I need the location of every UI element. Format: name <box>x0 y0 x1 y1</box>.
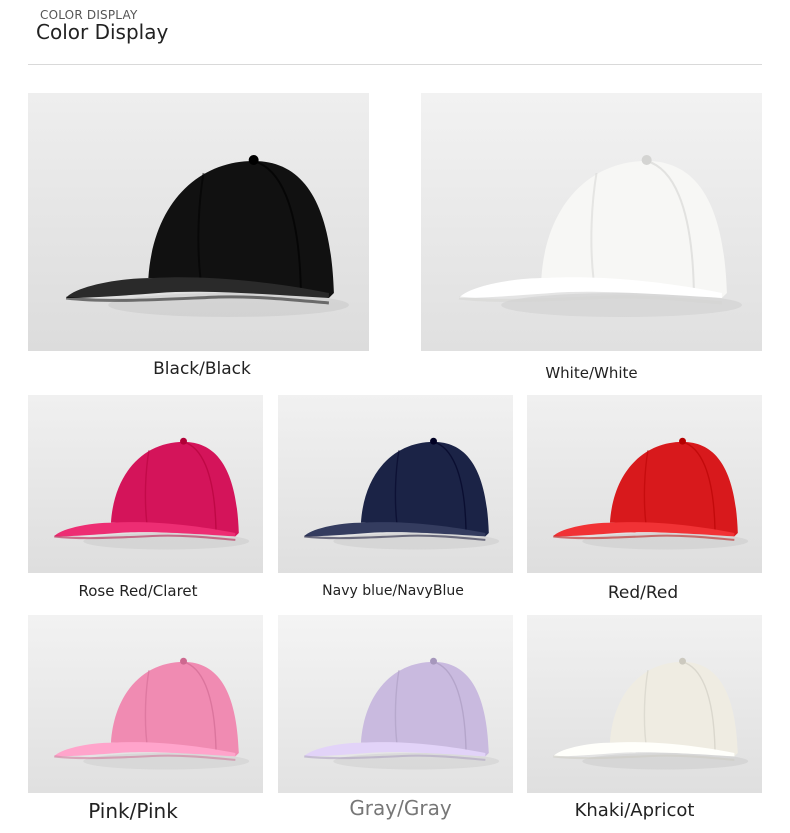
product-label-white: White/White <box>545 364 638 382</box>
product-image-pink[interactable] <box>28 615 263 793</box>
product-image-navy[interactable] <box>278 395 513 573</box>
product-label-navy: Navy blue/NavyBlue <box>322 583 464 599</box>
product-label-gray: Gray/Gray <box>349 796 452 820</box>
product-image-red[interactable] <box>527 395 762 573</box>
product-image-gray[interactable] <box>278 615 513 793</box>
product-image-white[interactable] <box>421 93 762 351</box>
product-image-khaki[interactable] <box>527 615 762 793</box>
product-label-rose-red: Rose Red/Claret <box>78 582 198 600</box>
product-label-black: Black/Black <box>153 359 251 379</box>
product-label-khaki: Khaki/Apricot <box>574 800 695 821</box>
product-image-black[interactable] <box>28 93 369 351</box>
product-label-red: Red/Red <box>607 583 679 603</box>
section-title: Color Display <box>36 20 169 44</box>
header-divider <box>28 64 762 65</box>
product-label-pink: Pink/Pink <box>88 799 178 823</box>
product-image-rose-red[interactable] <box>28 395 263 573</box>
